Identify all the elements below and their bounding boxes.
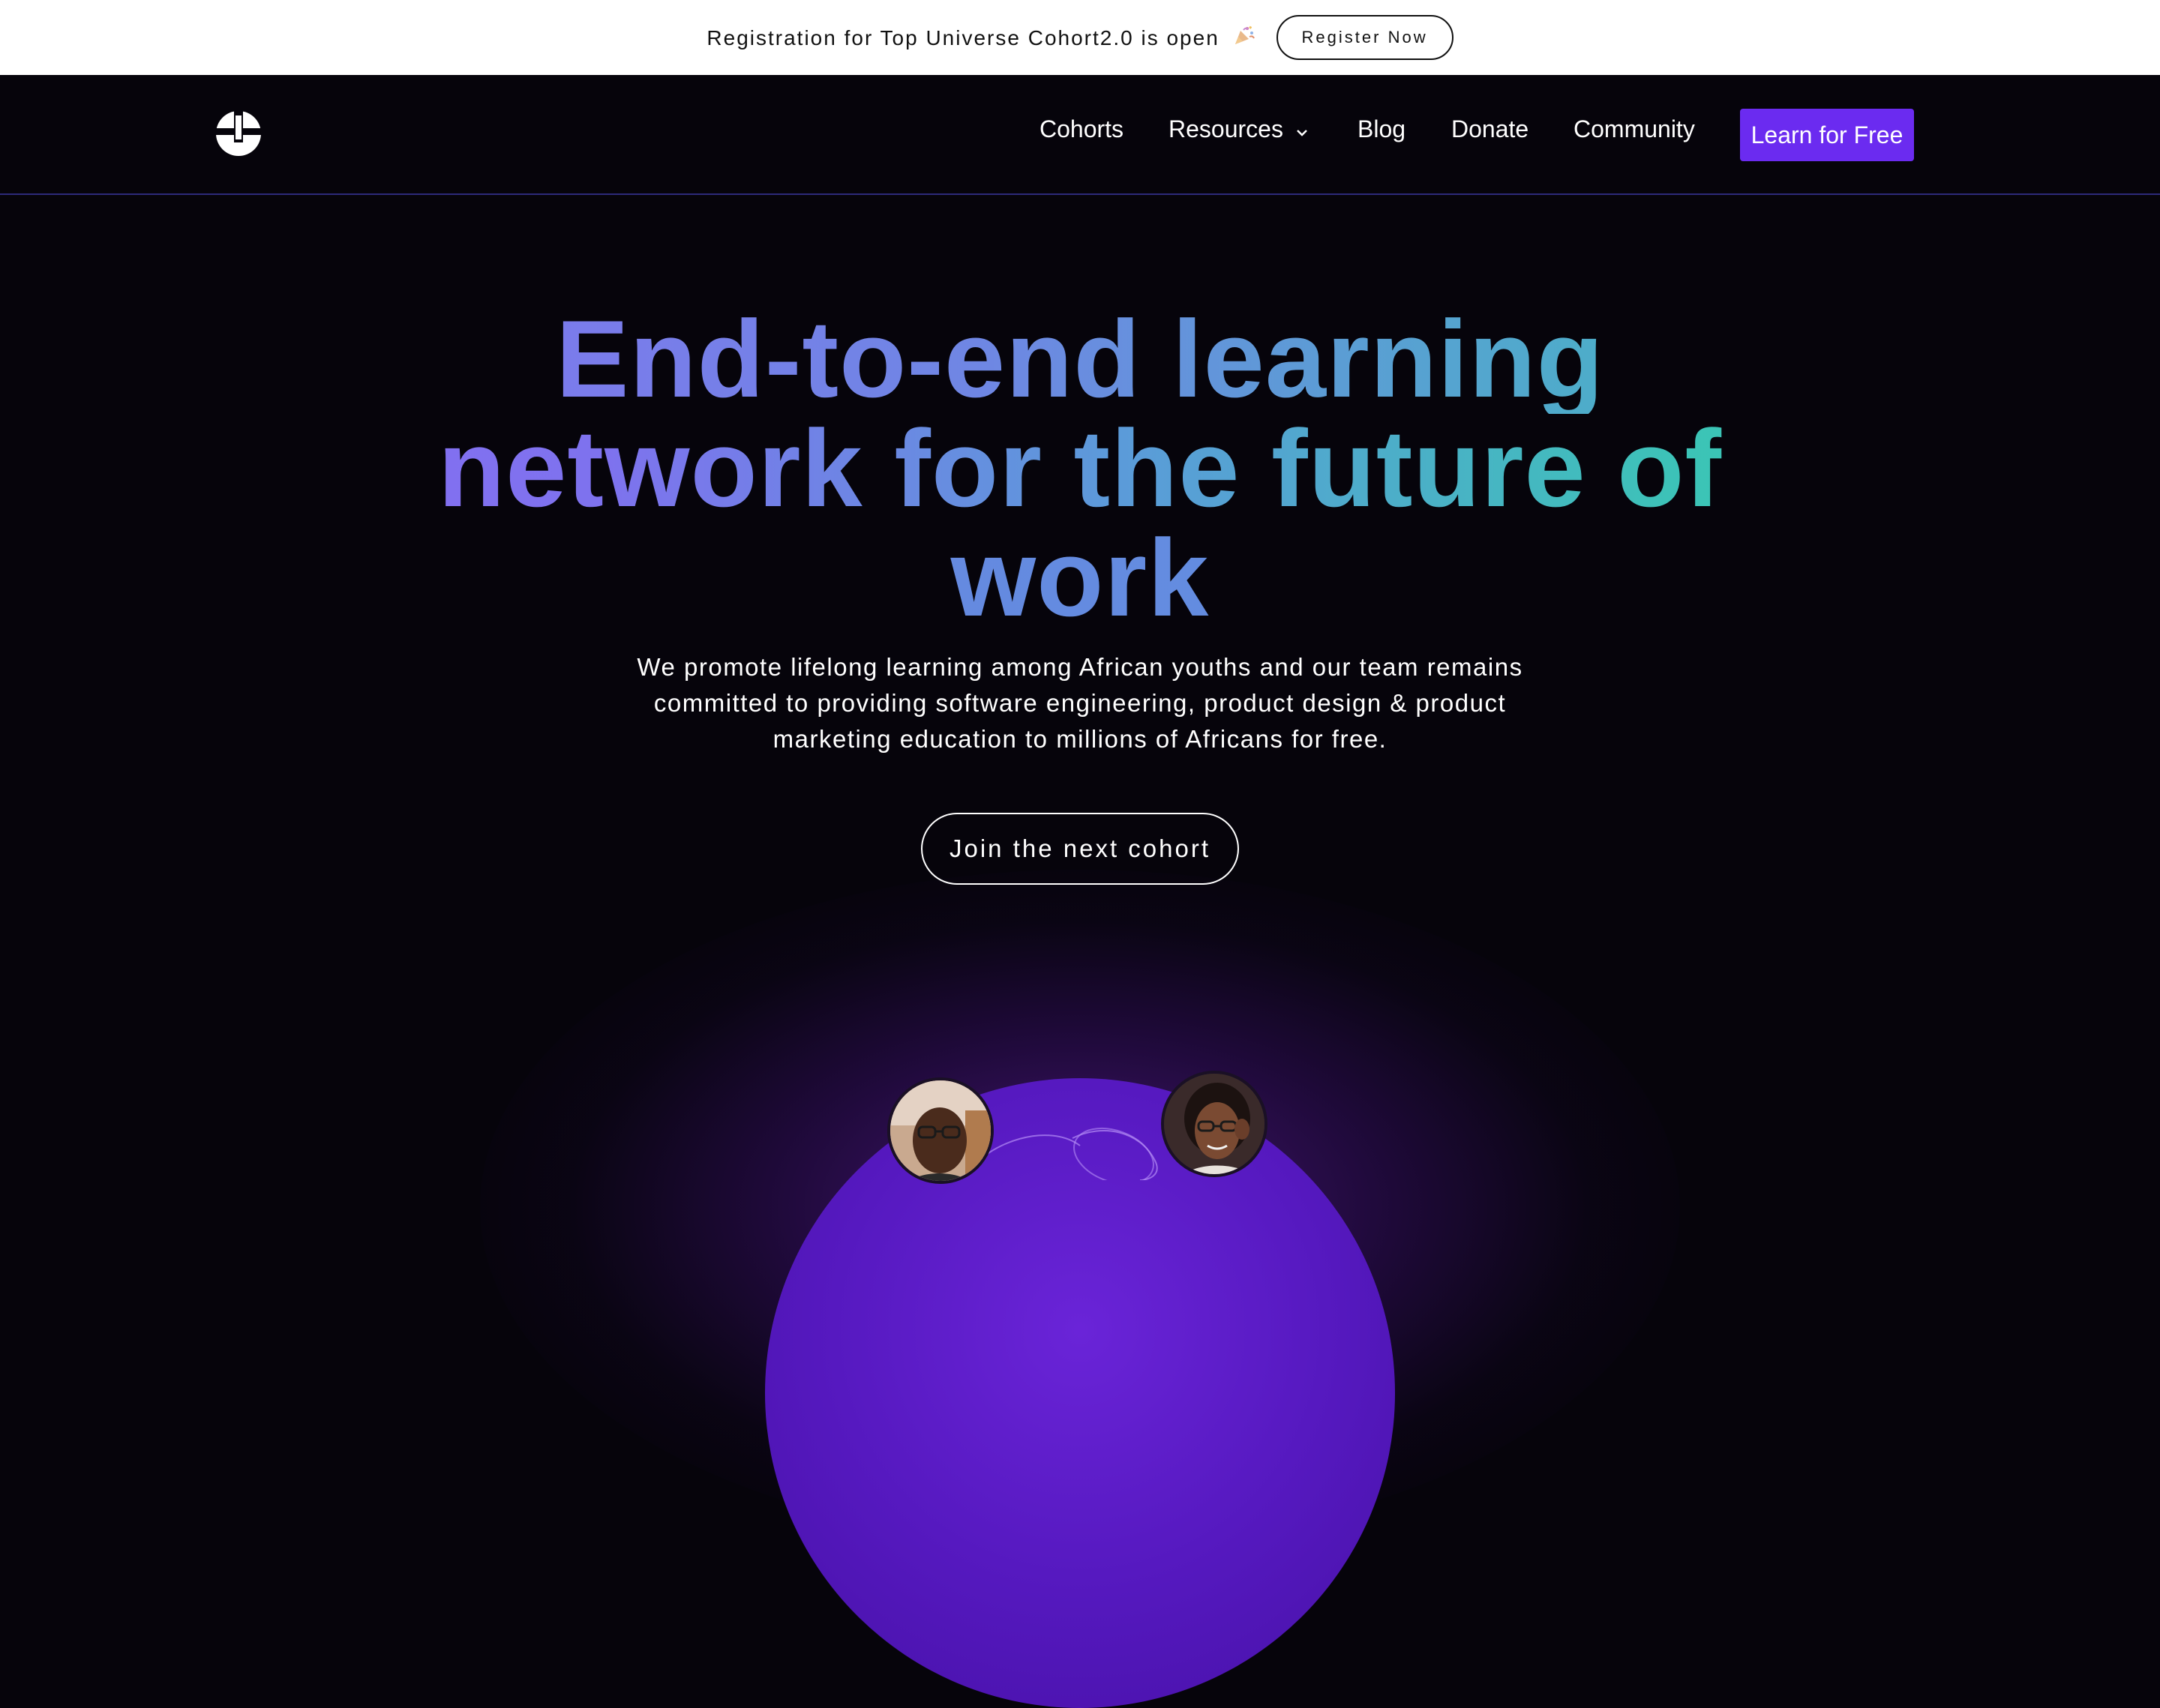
main-navbar: Cohorts Resources Blog Donate Community … — [0, 75, 2160, 195]
nav-item-cohorts[interactable]: Cohorts — [1040, 115, 1124, 143]
logo-icon — [214, 109, 262, 156]
chevron-down-icon — [1295, 115, 1309, 143]
party-popper-icon — [1233, 24, 1256, 52]
hero-title-line-3: work — [0, 523, 2160, 633]
top-universe-logo[interactable] — [214, 109, 262, 157]
hero-subtitle: We promote lifelong learning among Afric… — [637, 653, 1523, 753]
learn-for-free-button[interactable]: Learn for Free — [1740, 109, 1914, 161]
nav-item-blog[interactable]: Blog — [1358, 115, 1406, 143]
register-now-button[interactable]: Register Now — [1276, 15, 1454, 60]
nav-item-community[interactable]: Community — [1574, 115, 1695, 143]
avatar-learner-2 — [1161, 1071, 1268, 1177]
hero-title-line-2: network for the future of — [0, 414, 2160, 523]
hero-title-line-1: End-to-end learning — [0, 304, 2160, 414]
nav-item-donate[interactable]: Donate — [1451, 115, 1528, 143]
orb-decoration — [765, 1078, 1395, 1180]
nav-item-resources[interactable]: Resources — [1168, 115, 1309, 143]
join-next-cohort-button[interactable]: Join the next cohort — [921, 813, 1239, 885]
avatar-learner-1 — [887, 1077, 994, 1184]
announcement-bar: Registration for Top Universe Cohort2.0 … — [0, 0, 2160, 75]
announcement-text: Registration for Top Universe Cohort2.0 … — [706, 24, 1255, 52]
hero-title: End-to-end learning network for the futu… — [0, 304, 2160, 633]
